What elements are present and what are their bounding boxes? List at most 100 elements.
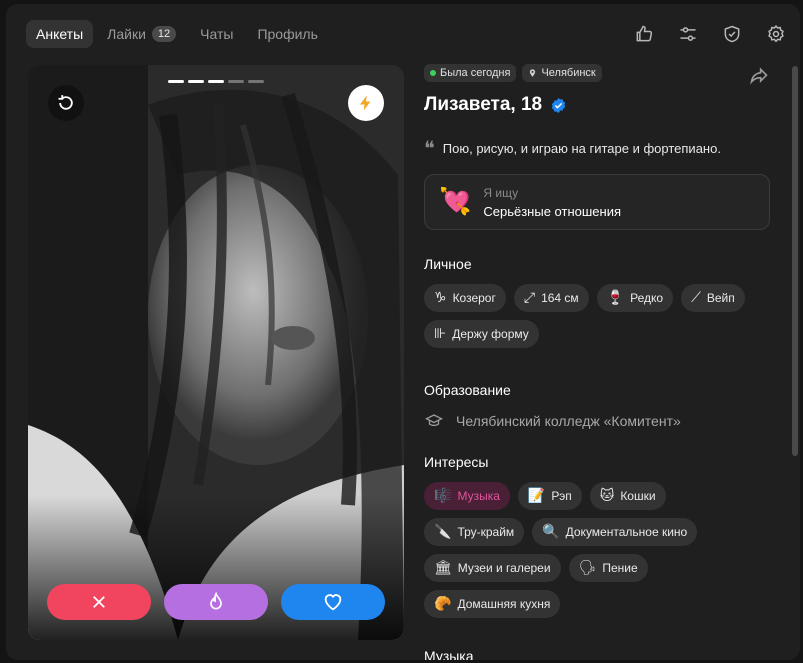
wine-glass-icon: 🍷 (606, 290, 625, 306)
tab-profiles[interactable]: Анкеты (26, 20, 94, 48)
profile-info: Была сегодня Челябинск Лизавета, 18 ❝ По… (424, 64, 770, 660)
profile-photo-card[interactable] (28, 65, 404, 640)
chip-fitness: ⊪ Держу форму (424, 320, 539, 348)
education-row: Челябинский колледж «Комитент» (424, 412, 770, 430)
share-icon (750, 67, 768, 85)
online-status-label: Была сегодня (440, 67, 511, 79)
pager-dot[interactable] (248, 80, 264, 83)
cupid-heart-icon: 💘 (439, 187, 472, 217)
capricorn-icon: ♑ (434, 290, 447, 306)
online-status-chip: Была сегодня (424, 64, 517, 82)
profile-name-row: Лизавета, 18 (424, 94, 770, 116)
dislike-button[interactable] (47, 584, 151, 620)
looking-for-value: Серьёзные отношения (483, 203, 621, 219)
chip-label: Музыка (457, 489, 500, 503)
photo-pager (28, 80, 404, 83)
likes-count-badge: 12 (151, 26, 177, 42)
lightning-icon (360, 95, 371, 111)
shield-check-icon[interactable] (720, 22, 744, 46)
fire-icon (210, 592, 222, 610)
section-title-education: Образование (424, 382, 511, 398)
vape-icon: ⟋ (691, 290, 701, 306)
heart-icon (324, 594, 342, 611)
close-icon (93, 596, 105, 608)
memo-icon: 📝 (527, 488, 546, 504)
tab-profile[interactable]: Профиль (247, 20, 327, 48)
chip-label: Тру-крайм (457, 525, 515, 539)
tab-label: Профиль (257, 26, 318, 42)
chip-interest-true-crime: 🔪 Тру-крайм (424, 518, 525, 546)
looking-for-card: 💘 Я ищу Серьёзные отношения (424, 174, 770, 230)
pager-dot[interactable] (168, 80, 184, 83)
top-nav: Анкеты Лайки 12 Чаты Профиль (26, 20, 328, 48)
graduation-cap-icon (424, 414, 444, 427)
chip-label: Рэп (551, 489, 572, 503)
chip-smoking: ⟋ Вейп (681, 284, 745, 312)
status-chips: Была сегодня Челябинск (424, 64, 770, 82)
chip-label: Редко (630, 291, 664, 305)
location-pin-icon (530, 69, 536, 77)
chip-interest-music: 🎼 Музыка (424, 482, 510, 510)
section-title-interests: Интересы (424, 454, 489, 470)
section-title-music: Музыка (424, 648, 474, 660)
education-value: Челябинский колледж «Комитент» (456, 413, 681, 429)
pager-dot[interactable] (208, 80, 224, 83)
chip-label: Вейп (706, 291, 735, 305)
pager-dot[interactable] (188, 80, 204, 83)
chip-label: Документальное кино (565, 525, 688, 539)
pager-dot[interactable] (228, 80, 244, 83)
profile-photo (28, 65, 404, 640)
chip-label: Домашняя кухня (457, 597, 551, 611)
cat-icon: 🐱 (599, 488, 615, 504)
music-icon: 🎼 (434, 488, 452, 504)
bio: ❝ Пою, рисую, и играю на гитаре и фортеп… (424, 138, 770, 158)
bio-text: Пою, рисую, и играю на гитаре и фортепиа… (442, 140, 721, 156)
like-button[interactable] (281, 584, 385, 620)
section-title-personal: Личное (424, 256, 472, 272)
chip-zodiac: ♑ Козерог (424, 284, 506, 312)
top-icons (632, 22, 788, 46)
tab-chats[interactable]: Чаты (190, 20, 243, 48)
personal-chips: ♑ Козерог ⤢ 164 см 🍷 Редко ⟋ Вейп ⊪ Держу фор… (424, 284, 770, 348)
tab-label: Чаты (200, 26, 234, 42)
scrollbar[interactable] (792, 66, 798, 456)
tab-label: Лайки (107, 26, 146, 42)
online-dot-icon (430, 70, 436, 76)
chip-label: Кошки (620, 489, 656, 503)
croissant-icon: 🥐 (434, 596, 452, 612)
gear-icon[interactable] (764, 22, 788, 46)
chip-interest-home-cooking: 🥐 Домашняя кухня (424, 590, 561, 618)
speaking-head-icon: 🗣 (578, 560, 597, 576)
chip-interest-museums: 🏛 Музеи и галереи (424, 554, 561, 582)
chip-label: Держу форму (452, 327, 529, 341)
profile-name: Лизавета, 18 (424, 94, 543, 115)
boost-button[interactable] (348, 85, 384, 121)
undo-button[interactable] (48, 85, 84, 121)
undo-icon (58, 95, 73, 110)
chip-interest-documentary: 🔍 Документальное кино (532, 518, 698, 546)
thumbs-up-icon[interactable] (632, 22, 656, 46)
knife-icon: 🔪 (434, 524, 452, 540)
museum-icon: 🏛 (434, 560, 452, 576)
chip-interest-cats: 🐱 Кошки (589, 482, 666, 510)
interest-chips: 🎼 Музыка 📝 Рэп 🐱 Кошки 🔪 Тру-крайм 🔍 Документ… (424, 482, 770, 618)
chip-label: Козерог (452, 291, 496, 305)
share-button[interactable] (748, 66, 770, 91)
chip-label: 164 см (541, 291, 579, 305)
city-label: Челябинск (541, 67, 596, 79)
verified-badge-icon (551, 97, 566, 113)
magnifier-icon: 🔍 (542, 524, 560, 540)
tab-label: Анкеты (36, 26, 84, 42)
chip-interest-rap: 📝 Рэп (517, 482, 582, 510)
chip-label: Пение (602, 561, 638, 575)
city-chip: Челябинск (522, 64, 602, 82)
filters-icon[interactable] (676, 22, 700, 46)
quote-icon: ❝ (424, 136, 435, 160)
expand-icon: ⤢ (523, 290, 536, 306)
app-window: Анкеты Лайки 12 Чаты Профиль Была сегодн… (6, 4, 800, 660)
tab-likes[interactable]: Лайки 12 (97, 20, 186, 48)
chip-alcohol: 🍷 Редко (596, 284, 674, 312)
dumbbell-icon: ⊪ (434, 326, 447, 342)
superlike-button[interactable] (164, 584, 268, 620)
chip-label: Музеи и галереи (457, 561, 551, 575)
